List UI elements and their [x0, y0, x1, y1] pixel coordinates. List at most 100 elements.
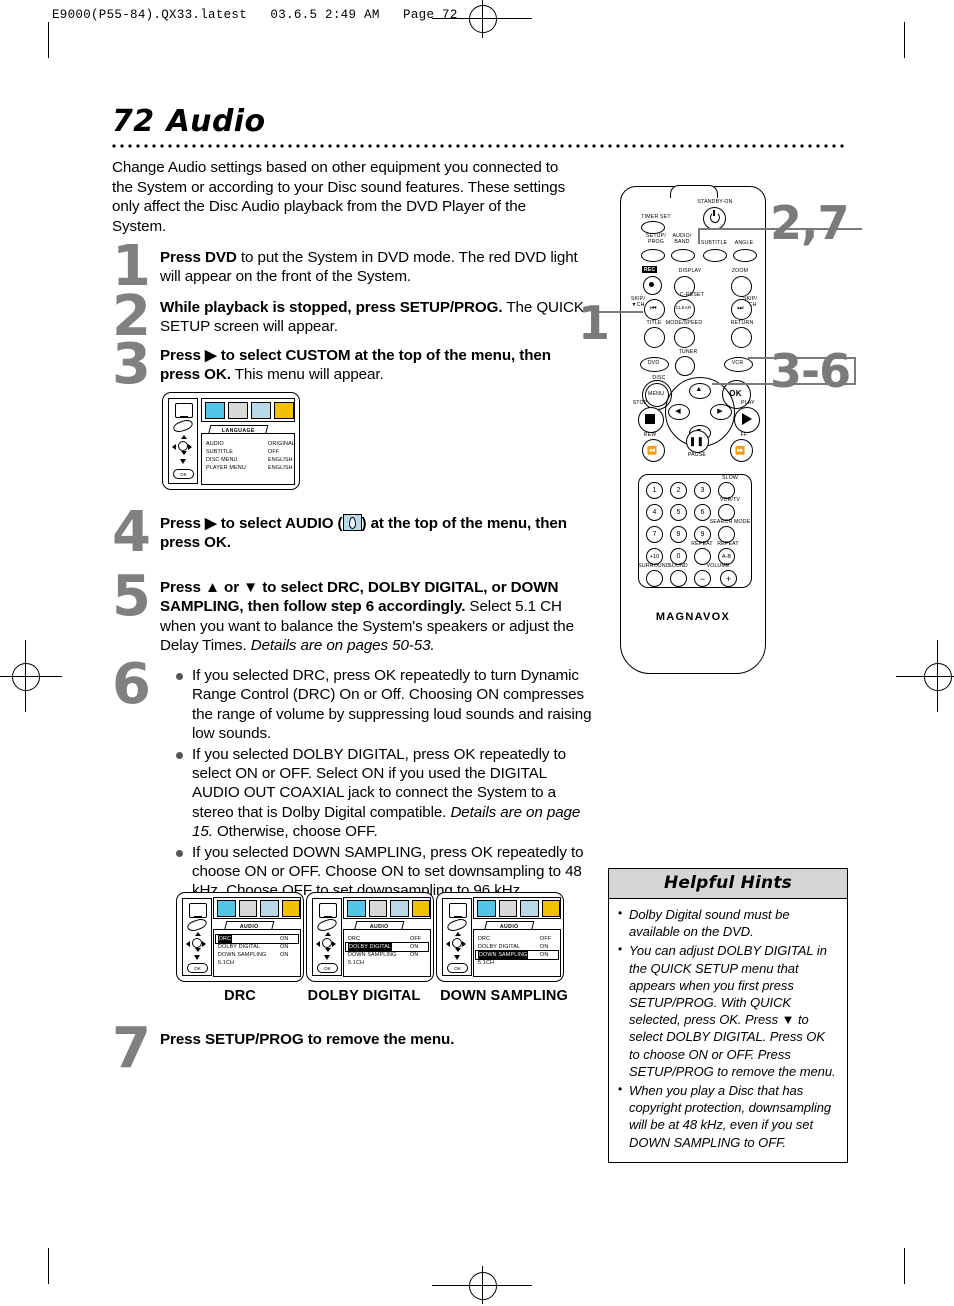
display-screen-icon [238, 899, 257, 917]
remote-top-notch [670, 185, 718, 198]
mode-speed-button[interactable] [674, 327, 695, 348]
disc-icon [315, 917, 339, 933]
osd-row: DRC ON [215, 934, 299, 944]
sound-button[interactable] [670, 570, 687, 587]
stop-label: STOP [632, 400, 648, 406]
osd-audio-screen-3: OK AUDIO DRC OFF DOLBY DIGITAL ON DOWN SAMPLIN… [436, 892, 564, 982]
osd-row-value: ON [540, 944, 549, 950]
volume-down-button[interactable]: − [694, 570, 711, 587]
osd-row-label: SUBTITLE [206, 449, 233, 455]
helpful-hint-1: Dolby Digital sound must be available on… [617, 905, 839, 940]
down-arrow-icon [194, 955, 200, 960]
c-reset-label: C-RESET [679, 292, 705, 298]
osd-row-label: 5.1CH [478, 960, 495, 966]
callout-ok-range: 3-6 [770, 344, 851, 398]
step-6-number: 6 [112, 652, 151, 717]
step-4: 4 Press ▶ to select AUDIO () at the top … [112, 500, 592, 565]
language-globe-icon [217, 899, 236, 917]
osd-panel: DRC OFF DOLBY DIGITAL ON DOWN SAMPLING ON 5.1C… [343, 929, 431, 977]
osd-row-value: ON [410, 952, 419, 958]
language-globe-icon [347, 899, 366, 917]
step-6-bullet-1: If you selected DRC, press OK repeatedly… [174, 666, 594, 744]
zoom-label: ZOOM [731, 268, 749, 274]
title-button[interactable] [644, 327, 665, 348]
remote-control-diagram: STANDBY-ON TIMER SET SETUP/ PROG AUDIO/ … [620, 185, 766, 674]
timer-set-label: TIMER SET [641, 214, 671, 220]
angle-button[interactable] [733, 249, 757, 262]
repeat-ab-label: REPEAT [717, 541, 739, 547]
step-6-bullet-2: If you selected DOLBY DIGITAL, press OK … [174, 745, 594, 842]
osd-icon-bar [343, 897, 431, 919]
power-icon [710, 212, 720, 223]
rewind-icon: ⏪ [647, 446, 658, 455]
zoom-button[interactable] [731, 276, 752, 297]
key-4[interactable]: 4 [646, 504, 663, 521]
disc-icon [171, 418, 195, 434]
step-4-number: 4 [112, 500, 151, 565]
tuner-label: TUNER [678, 349, 698, 355]
play-icon [742, 413, 752, 425]
osd-row: DOWN SAMPLING ON [216, 951, 298, 959]
osd-audio-caption-2: DOLBY DIGITAL [307, 988, 421, 1004]
osd-row-label: DOLBY DIGITAL [348, 943, 393, 951]
lock-icon [541, 899, 560, 917]
display-label: DISPLAY [678, 268, 702, 274]
tv-icon [189, 903, 207, 918]
osd-row-label: DOWN SAMPLING [348, 952, 397, 958]
audio-icon [342, 514, 362, 531]
osd-row: DISC MENU ENGLISH [204, 456, 293, 464]
helpful-hint-3: When you play a Disc that has copyright … [617, 1081, 839, 1151]
key-5[interactable]: 5 [670, 504, 687, 521]
osd-row-label: DOWN SAMPLING [478, 951, 529, 959]
step-5-number: 5 [112, 564, 151, 629]
osd-row-value: ON [410, 944, 419, 950]
osd-row: DOLBY DIGITAL ON [216, 943, 298, 951]
osd-rows-audio: DRC ON DOLBY DIGITAL ON DOWN SAMPLING ON 5.1CH [215, 934, 299, 967]
stop-icon [645, 414, 655, 424]
registration-line-right [896, 676, 954, 678]
down-arrow-icon [324, 955, 330, 960]
audio-sound-icon [251, 401, 271, 419]
step-7-number: 7 [112, 1016, 151, 1081]
volume-up-button[interactable]: + [720, 570, 737, 587]
osd-panel: AUDIO ORIGINAL SUBTITLE OFF DISC MENU ENGLISH… [201, 433, 295, 485]
dpad-left-icon: ◀ [675, 408, 681, 415]
osd-row: 5.1CH [346, 959, 428, 967]
surround-button[interactable] [646, 570, 663, 587]
dpad-icon [316, 932, 336, 952]
osd-row: SUBTITLE OFF [204, 448, 292, 456]
standby-label: STANDBY-ON [697, 199, 733, 205]
osd-language-screen: OK LANGUAGE AUDIO ORIGINAL SUBTITLE OFF DISC… [162, 392, 300, 490]
page-canvas: E9000(P55-84).QX33.latest 03.6.5 2:49 AM… [0, 0, 954, 1306]
osd-row: AUDIO ORIGINAL [204, 440, 295, 448]
key-2[interactable]: 2 [670, 482, 687, 499]
osd-icon-bar [473, 897, 561, 919]
osd-row-label: DRC [478, 936, 491, 942]
tv-icon [449, 903, 467, 918]
step-4-text: Press ▶ to select AUDIO () at the top of… [160, 514, 567, 552]
return-button[interactable] [731, 327, 752, 348]
callout-setup-prog: 2,7 [770, 196, 849, 250]
subtitle-button[interactable] [703, 249, 727, 262]
osd-row-label: DOWN SAMPLING [218, 952, 267, 958]
key-1[interactable]: 1 [646, 482, 663, 499]
key-3[interactable]: 3 [694, 482, 711, 499]
osd-row: DOWN SAMPLING ON [346, 951, 428, 959]
brand-logo: MAGNAVOX [655, 611, 731, 623]
trim-mark-right-v [904, 22, 906, 58]
pause-label: PAUSE [687, 452, 707, 458]
osd-row-value: ON [280, 936, 289, 942]
print-slug: E9000(P55-84).QX33.latest 03.6.5 2:49 AM… [52, 8, 458, 22]
step-6: 6 If you selected DRC, press OK repeated… [112, 652, 594, 900]
audio-band-button[interactable] [671, 249, 695, 262]
osd-row: PLAYER MENU ENGLISH [204, 464, 293, 472]
setup-prog-button[interactable] [641, 249, 665, 262]
helpful-hints-heading: Helpful Hints [609, 869, 847, 899]
ok-icon: OK [447, 963, 468, 973]
key-7[interactable]: 7 [646, 526, 663, 543]
lock-icon [281, 899, 300, 917]
lock-icon [411, 899, 430, 917]
fast-forward-icon: ⏩ [735, 446, 746, 455]
osd-left-column: OK [312, 898, 342, 976]
tuner-button[interactable] [675, 356, 695, 376]
